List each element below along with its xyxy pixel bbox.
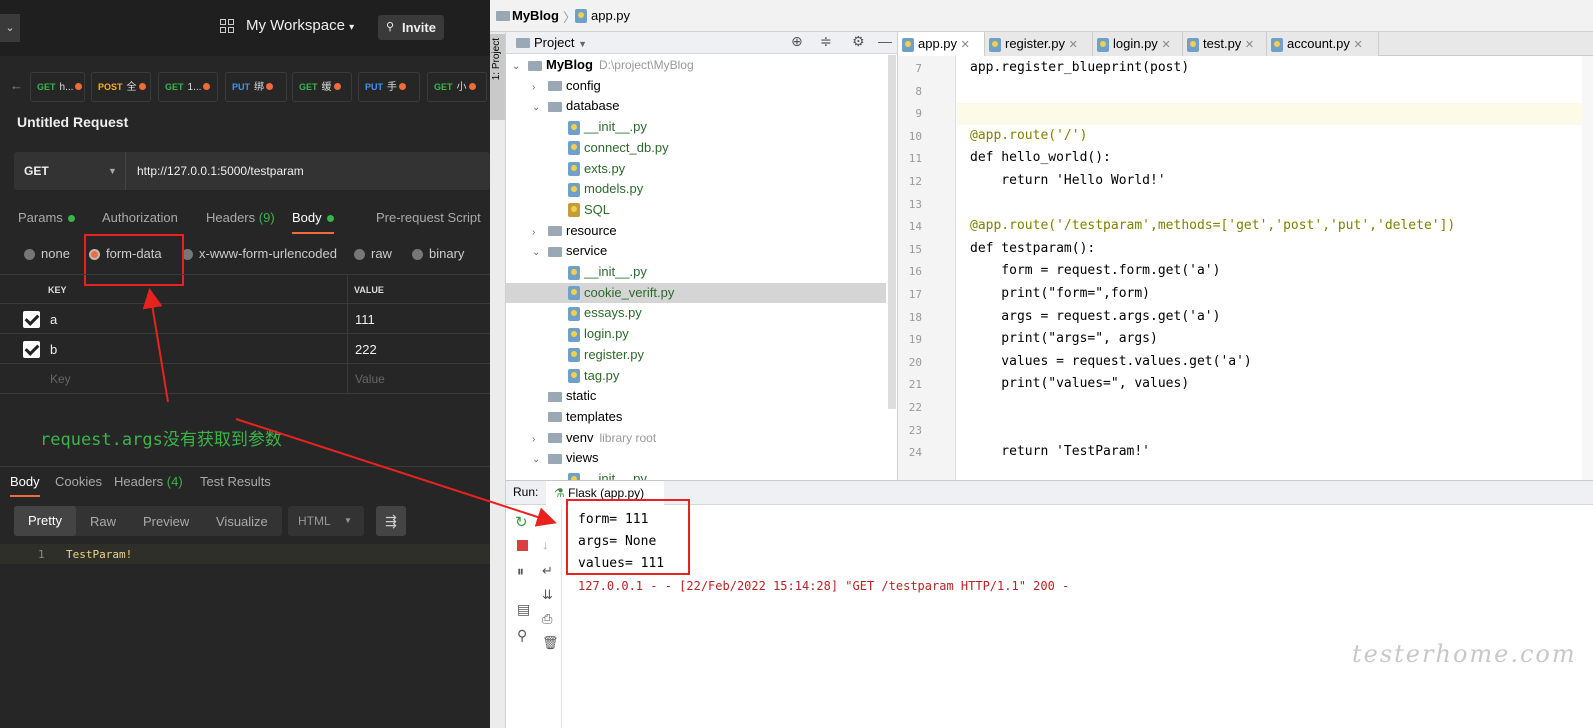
arrow-to-form-data	[142, 288, 169, 403]
annotation-arrows	[142, 288, 557, 527]
arrow-to-output	[235, 418, 557, 527]
